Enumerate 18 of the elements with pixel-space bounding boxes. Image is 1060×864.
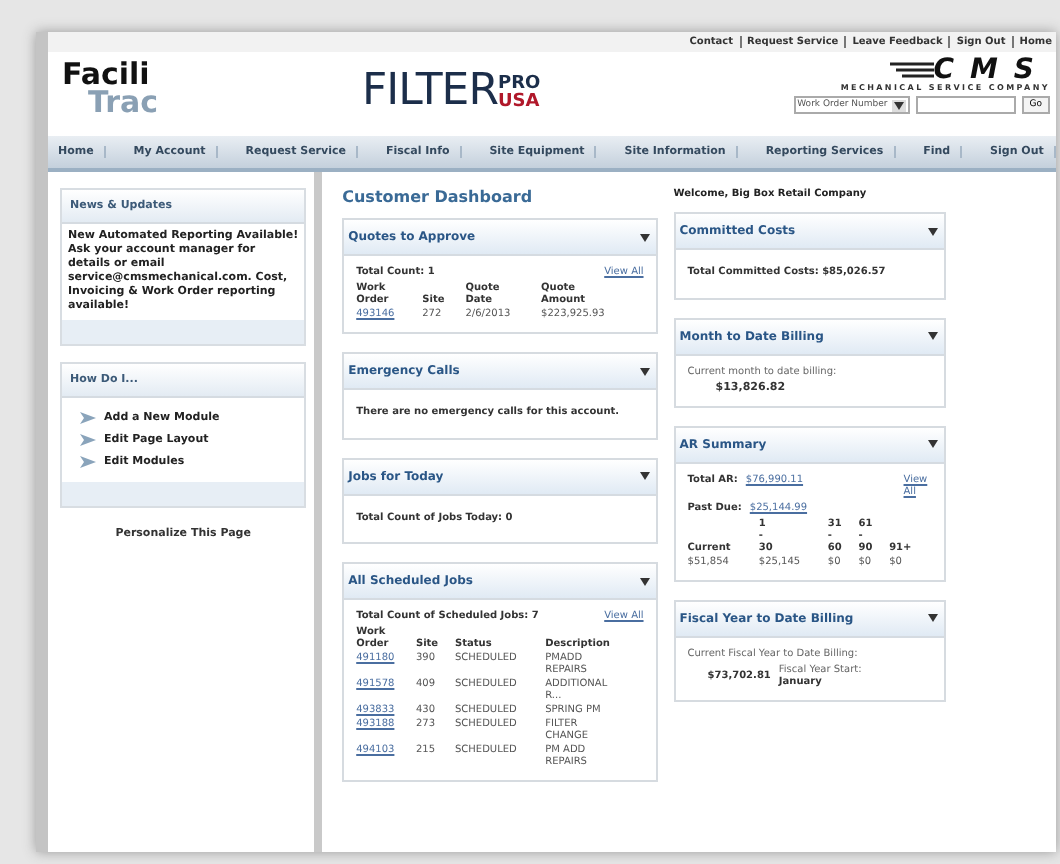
collapse-icon[interactable]	[639, 367, 650, 375]
logo-text: Trac	[88, 88, 160, 116]
collapse-icon[interactable]	[927, 614, 938, 622]
collapse-icon[interactable]	[927, 440, 938, 448]
search-field[interactable]	[915, 96, 1016, 114]
collapse-icon[interactable]	[639, 472, 650, 480]
dropdown-icon[interactable]	[893, 101, 904, 109]
collapse-icon[interactable]	[639, 233, 650, 241]
brand-logo-text: USA	[498, 94, 541, 112]
brand-logo-text: FILTER	[362, 72, 498, 112]
brand-logo-text: PRO	[498, 76, 541, 94]
company-logo-text: CMS	[933, 58, 1050, 82]
speed-lines-icon	[889, 58, 934, 82]
dashboard-title: Customer Dashboard	[342, 188, 535, 206]
logo-text: Facili	[62, 60, 150, 88]
collapse-icon[interactable]	[639, 577, 650, 585]
collapse-icon[interactable]	[927, 332, 938, 340]
collapse-icon[interactable]	[927, 227, 938, 235]
